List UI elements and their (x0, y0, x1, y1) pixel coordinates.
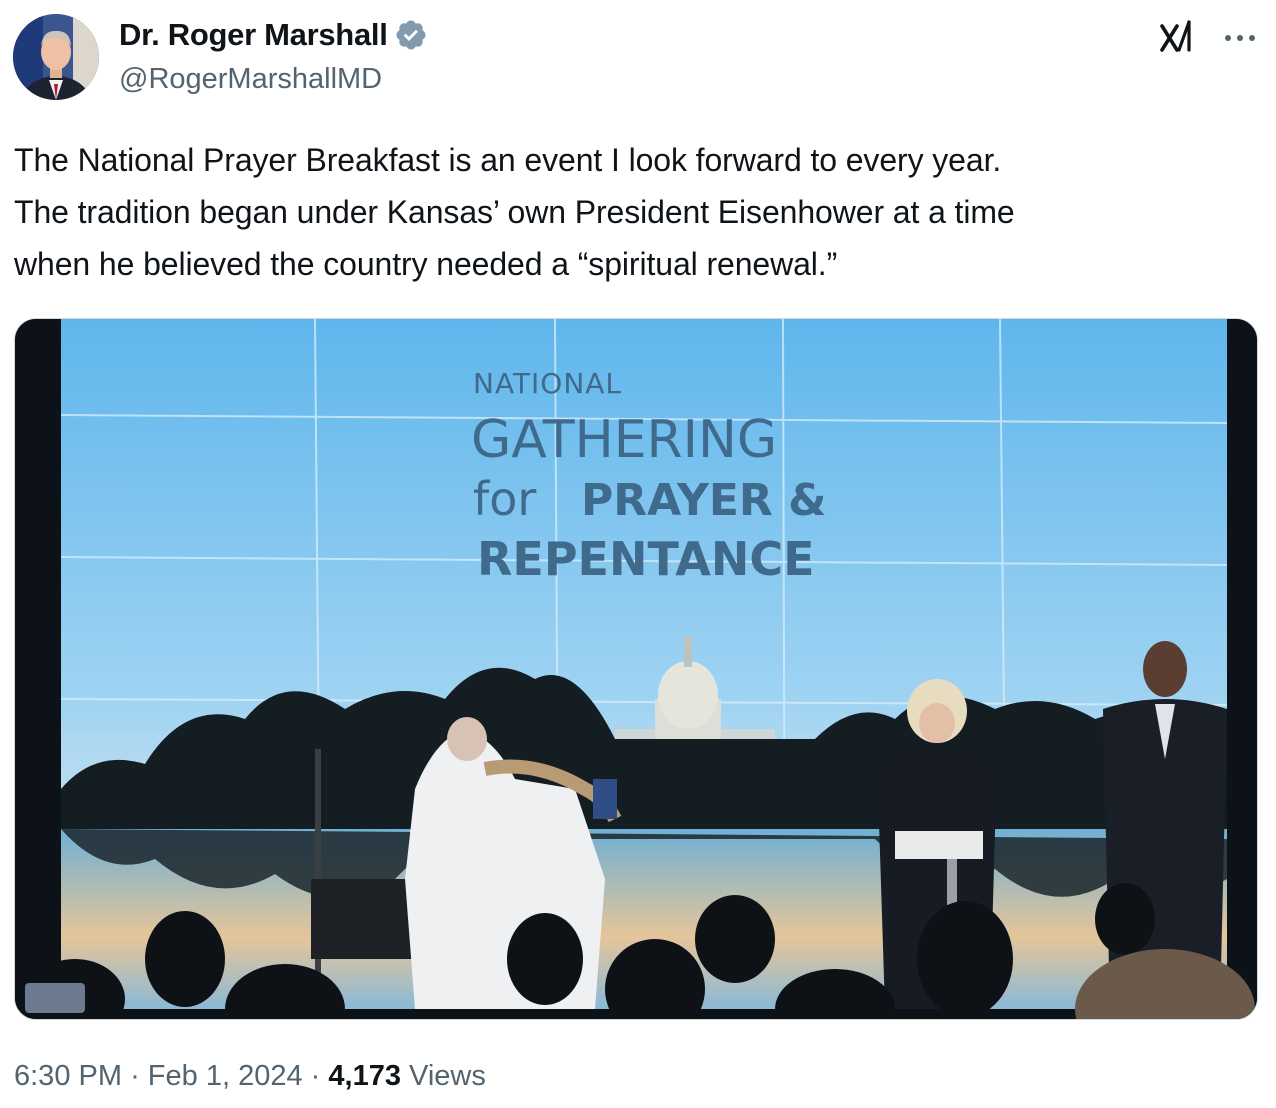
screen-title-line-4: REPENTANCE (477, 532, 815, 586)
tweet-photo[interactable]: NATIONAL GATHERING for PRAYER & REPENTAN… (14, 318, 1258, 1020)
avatar[interactable] (13, 14, 99, 100)
grok-button[interactable] (1158, 20, 1198, 56)
screen-title-line-3-bold: PRAYER & (581, 475, 826, 526)
views-count[interactable]: 4,173 (328, 1060, 401, 1092)
tweet-meta: 6:30 PM · Feb 1, 2024 · 4,173 Views (14, 1056, 486, 1096)
author-display-name[interactable]: Dr. Roger Marshall (119, 16, 388, 54)
tweet-time[interactable]: 6:30 PM (14, 1060, 122, 1092)
avatar-portrait (13, 14, 99, 100)
screen-title-line-1: NATIONAL (473, 367, 622, 400)
event-stage-photo: NATIONAL GATHERING for PRAYER & REPENTAN… (15, 319, 1257, 1019)
tweet-author: Dr. Roger Marshall @RogerMarshallMD (119, 16, 428, 98)
tweet-date[interactable]: Feb 1, 2024 (148, 1060, 303, 1092)
meta-separator: · (130, 1060, 140, 1092)
tweet-text: The National Prayer Breakfast is an even… (14, 142, 1015, 282)
author-handle[interactable]: @RogerMarshallMD (119, 60, 428, 98)
grok-icon (1160, 20, 1191, 52)
screen-title-line-3-light: for (473, 472, 536, 526)
meta-separator: · (310, 1060, 321, 1092)
more-options-button[interactable] (1220, 20, 1260, 56)
screen-title-line-2: GATHERING (471, 410, 777, 470)
verified-badge-icon[interactable] (394, 18, 428, 52)
more-options-icon (1225, 35, 1255, 41)
views-label: Views (409, 1060, 486, 1092)
